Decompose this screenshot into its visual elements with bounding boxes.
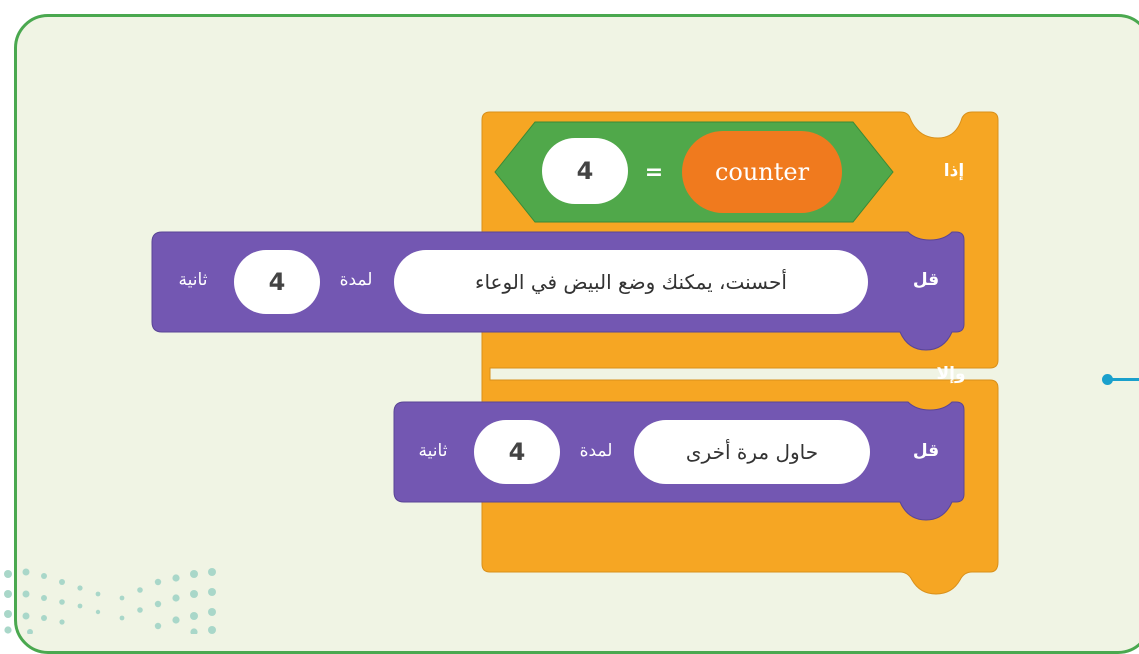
- say-then-message-input[interactable]: أحسنت، يمكنك وضع البيض في الوعاء: [394, 250, 868, 314]
- counter-variable[interactable]: counter: [682, 131, 842, 213]
- say-else-unit-label: ثانية: [418, 441, 448, 461]
- say-then-label: قل: [912, 270, 940, 290]
- condition-left-input[interactable]: 4: [542, 138, 628, 204]
- equals-operator: =: [644, 160, 664, 185]
- say-then-unit-label: ثانية: [178, 270, 208, 290]
- script-blocks: [151, 111, 999, 595]
- say-else-for-label: لمدة: [579, 441, 613, 461]
- say-else-message-input[interactable]: حاول مرة أخرى: [634, 420, 870, 484]
- say-else-seconds-input[interactable]: 4: [474, 420, 560, 484]
- if-label: إذا: [943, 161, 965, 181]
- else-label: وإلا: [936, 364, 966, 384]
- say-else-label: قل: [912, 441, 940, 461]
- say-then-seconds-input[interactable]: 4: [234, 250, 320, 314]
- say-then-for-label: لمدة: [339, 270, 373, 290]
